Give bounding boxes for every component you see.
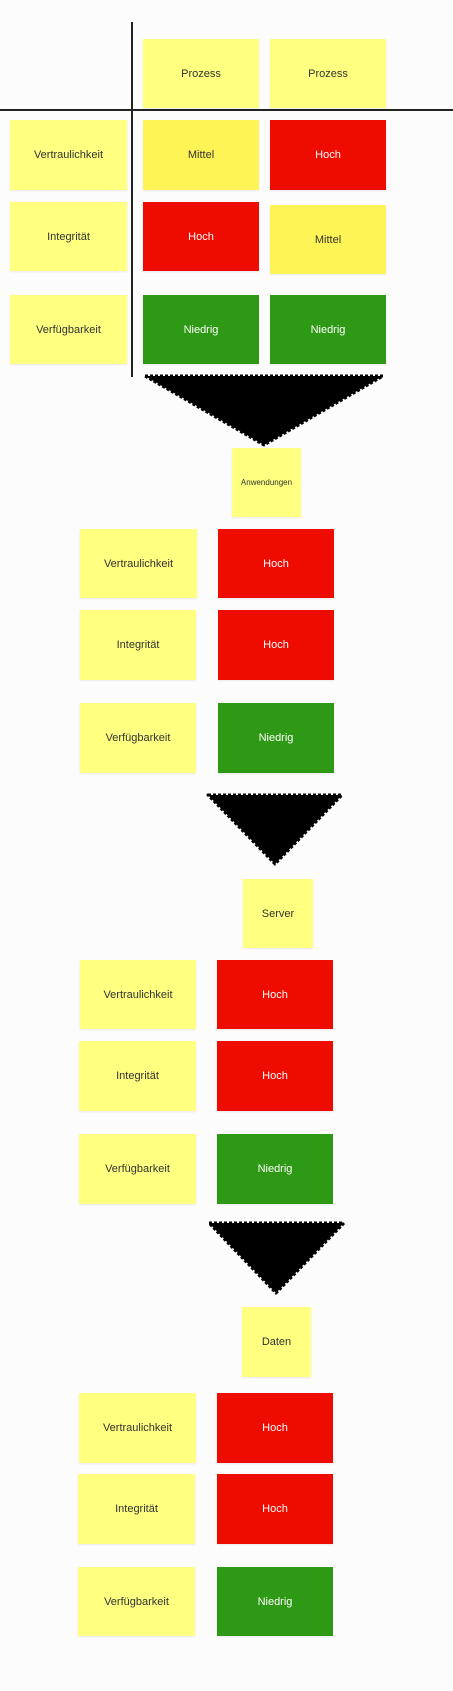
section-3-value-integritaet: Hoch bbox=[217, 1474, 333, 1544]
section-1-value-vertraulichkeit: Hoch bbox=[218, 529, 334, 598]
matrix-cell-vertraulichkeit-1: Mittel bbox=[143, 120, 259, 190]
section-2-value-vertraulichkeit: Hoch bbox=[217, 960, 333, 1029]
section-3-value-vertraulichkeit: Hoch bbox=[217, 1393, 333, 1463]
matrix-column-header-2: Prozess bbox=[270, 39, 386, 108]
section-2-label-integritaet: Integrität bbox=[79, 1041, 196, 1111]
section-1-value-verfuegbarkeit: Niedrig bbox=[218, 703, 334, 773]
section-3-label-verfuegbarkeit: Verfügbarkeit bbox=[78, 1567, 195, 1636]
section-2-value-integritaet: Hoch bbox=[217, 1041, 333, 1111]
section-1-label-verfuegbarkeit: Verfügbarkeit bbox=[80, 703, 196, 773]
section-title-server: Server bbox=[243, 879, 313, 948]
matrix-vertical-divider bbox=[131, 22, 133, 377]
matrix-column-header-1: Prozess bbox=[143, 39, 259, 108]
section-3-value-verfuegbarkeit: Niedrig bbox=[217, 1567, 333, 1636]
matrix-row-label-verfuegbarkeit: Verfügbarkeit bbox=[10, 295, 127, 364]
down-arrow-3 bbox=[207, 1221, 346, 1295]
section-3-label-vertraulichkeit: Vertraulichkeit bbox=[79, 1393, 196, 1463]
matrix-cell-vertraulichkeit-2: Hoch bbox=[270, 120, 386, 190]
matrix-cell-integritaet-1: Hoch bbox=[143, 202, 259, 271]
section-2-label-vertraulichkeit: Vertraulichkeit bbox=[80, 960, 196, 1029]
down-arrow-1 bbox=[143, 374, 385, 447]
matrix-cell-verfuegbarkeit-1: Niedrig bbox=[143, 295, 259, 364]
matrix-cell-integritaet-2: Mittel bbox=[270, 205, 386, 274]
matrix-row-label-integritaet: Integrität bbox=[10, 202, 127, 271]
section-2-label-verfuegbarkeit: Verfügbarkeit bbox=[79, 1134, 196, 1204]
section-3-label-integritaet: Integrität bbox=[78, 1474, 195, 1544]
matrix-cell-verfuegbarkeit-2: Niedrig bbox=[270, 295, 386, 364]
down-arrow-2 bbox=[206, 793, 344, 866]
section-1-value-integritaet: Hoch bbox=[218, 610, 334, 680]
matrix-row-label-vertraulichkeit: Vertraulichkeit bbox=[10, 120, 127, 190]
section-1-label-vertraulichkeit: Vertraulichkeit bbox=[80, 529, 197, 598]
section-2-value-verfuegbarkeit: Niedrig bbox=[217, 1134, 333, 1204]
section-title-daten: Daten bbox=[242, 1307, 311, 1377]
section-title-anwendungen: Anwendungen bbox=[232, 448, 301, 517]
matrix-horizontal-divider bbox=[0, 109, 453, 111]
section-1-label-integritaet: Integrität bbox=[80, 610, 196, 680]
